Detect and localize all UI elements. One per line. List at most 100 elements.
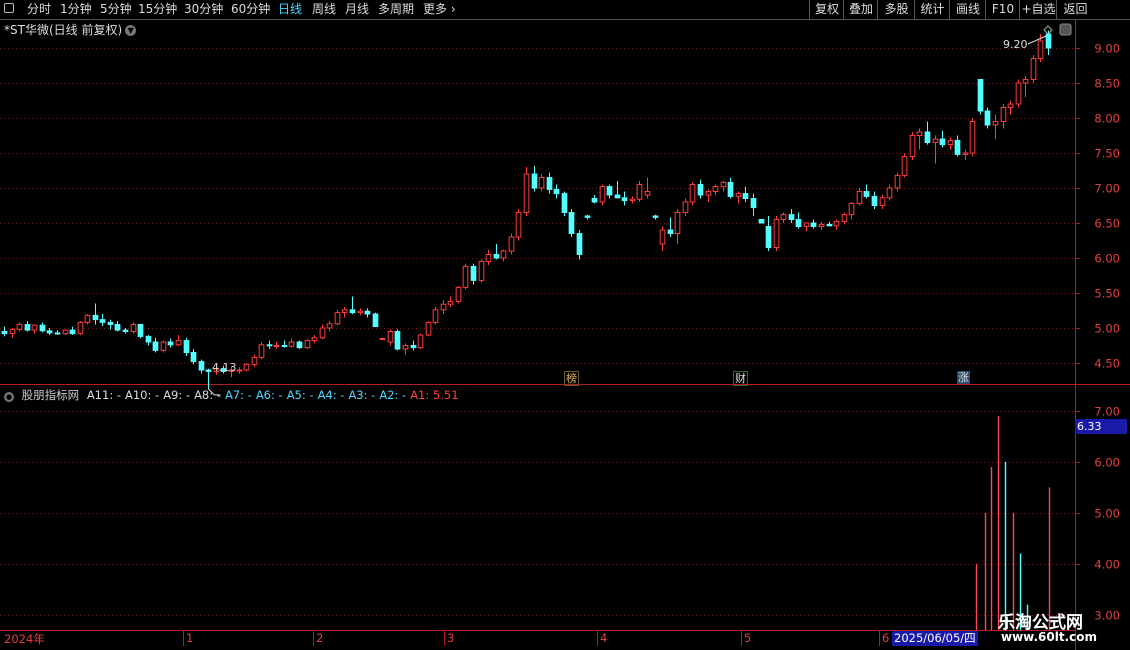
candle-body — [114, 324, 121, 331]
candle-body — [727, 181, 734, 197]
x-tick-separator — [879, 631, 880, 646]
candle-body — [130, 324, 137, 332]
candle-body — [561, 193, 568, 214]
candle-body — [39, 324, 46, 332]
candle-body — [167, 341, 174, 346]
candle-body — [826, 223, 833, 227]
candle-body — [266, 344, 273, 347]
candle-body — [417, 334, 424, 349]
candle-body — [349, 309, 356, 314]
candle-body — [886, 187, 893, 199]
candle-body — [1030, 58, 1037, 80]
candle-body — [122, 329, 129, 333]
candle-body — [780, 214, 787, 221]
candle-body — [183, 340, 190, 354]
price-tick-label: 9.00 — [1094, 42, 1120, 56]
indicator-crosshair-value: 6.33 — [1075, 419, 1127, 434]
x-tick-0: 2024年 — [4, 632, 45, 646]
candle-body — [833, 221, 840, 227]
candle-body — [644, 191, 651, 196]
date-axis: 2024年 1 2 3 4 5 6 2025/06/05/四 — [0, 631, 1075, 646]
candle-body — [576, 233, 583, 255]
event-marker-3[interactable]: 涨 — [957, 371, 970, 384]
x-tick-separator — [597, 631, 598, 646]
candle-body — [629, 198, 636, 202]
candle-body — [9, 328, 16, 335]
candle-body — [773, 219, 780, 248]
candle-body — [977, 79, 984, 112]
candle-body — [621, 197, 628, 202]
price-tick-label: 8.50 — [1094, 77, 1120, 91]
candle-body — [697, 184, 704, 196]
candle-body — [319, 327, 326, 339]
candle-body — [198, 361, 205, 371]
x-tick-separator — [183, 631, 184, 646]
indicator-name: 股朋指标网 — [21, 388, 80, 402]
candle-body — [538, 177, 545, 189]
candle-body — [863, 191, 870, 197]
candle-body — [984, 110, 991, 126]
candle-body — [689, 184, 696, 203]
candle-body — [273, 345, 280, 347]
candle-body — [311, 337, 318, 342]
price-tick-label: 6.50 — [1094, 217, 1120, 231]
x-tick-separator — [444, 631, 445, 646]
candle-body — [568, 212, 575, 234]
candle-body — [758, 219, 765, 224]
candle-body — [1045, 33, 1052, 49]
candle-body — [871, 195, 878, 206]
candle-body — [107, 321, 114, 325]
candle-body — [515, 212, 522, 238]
candle-body — [720, 181, 727, 188]
candle-body — [243, 363, 250, 371]
candle-body — [939, 138, 946, 146]
candle-body — [531, 173, 538, 189]
candle-body — [447, 300, 454, 305]
candle-body — [712, 186, 719, 193]
candle-body — [909, 135, 916, 157]
indicator-item-9: A2: - — [379, 388, 407, 402]
indicator-item-4: A7: - — [224, 388, 252, 402]
indicator-item-6: A5: - — [286, 388, 314, 402]
candle-body — [92, 314, 99, 321]
candle-body — [77, 321, 84, 335]
indicator-item-5: A6: - — [255, 388, 283, 402]
candle-body — [667, 229, 674, 234]
indicator-tick-label: 7.00 — [1094, 405, 1120, 419]
x-tick-separator — [313, 631, 314, 646]
candle-body — [553, 188, 560, 195]
candle-body — [962, 152, 969, 155]
candle-body — [99, 319, 106, 323]
candle-body — [810, 222, 817, 227]
price-tick-label: 6.00 — [1094, 252, 1120, 266]
low-label: 4.13 — [212, 361, 237, 374]
indicator-collapse-icon[interactable]: ● — [4, 392, 14, 402]
candle-body — [742, 193, 749, 200]
event-marker-2[interactable]: 财 — [733, 371, 748, 386]
candle-body — [674, 212, 681, 234]
candle-body — [591, 198, 598, 203]
indicator-item-1: A10: - — [125, 388, 160, 402]
candle-body — [387, 331, 394, 343]
candle-body — [236, 369, 243, 372]
candle-body — [901, 156, 908, 176]
candle-body — [916, 131, 923, 136]
price-tick-label: 5.50 — [1094, 287, 1120, 301]
candle-body — [652, 215, 659, 218]
candle-body — [16, 324, 23, 330]
event-marker-1[interactable]: 榜 — [564, 371, 579, 386]
candle-body — [145, 335, 152, 343]
candle-body — [508, 236, 515, 252]
candle-body — [24, 324, 31, 331]
kline-chart[interactable]: 4.50 5.00 5.50 6.00 6.50 7.00 7.50 8.00 8.50 9.00… — [0, 0, 1130, 650]
candle-body — [584, 215, 591, 218]
candle-body — [803, 222, 810, 227]
candle-body — [818, 223, 825, 227]
candle-body — [402, 345, 409, 350]
candle-body — [432, 309, 439, 323]
indicator-tick-label: 5.00 — [1094, 507, 1120, 521]
candle-body — [765, 226, 772, 248]
price-tick-label: 8.00 — [1094, 112, 1120, 126]
price-tick-label: 7.50 — [1094, 147, 1120, 161]
candle-body — [682, 201, 689, 213]
